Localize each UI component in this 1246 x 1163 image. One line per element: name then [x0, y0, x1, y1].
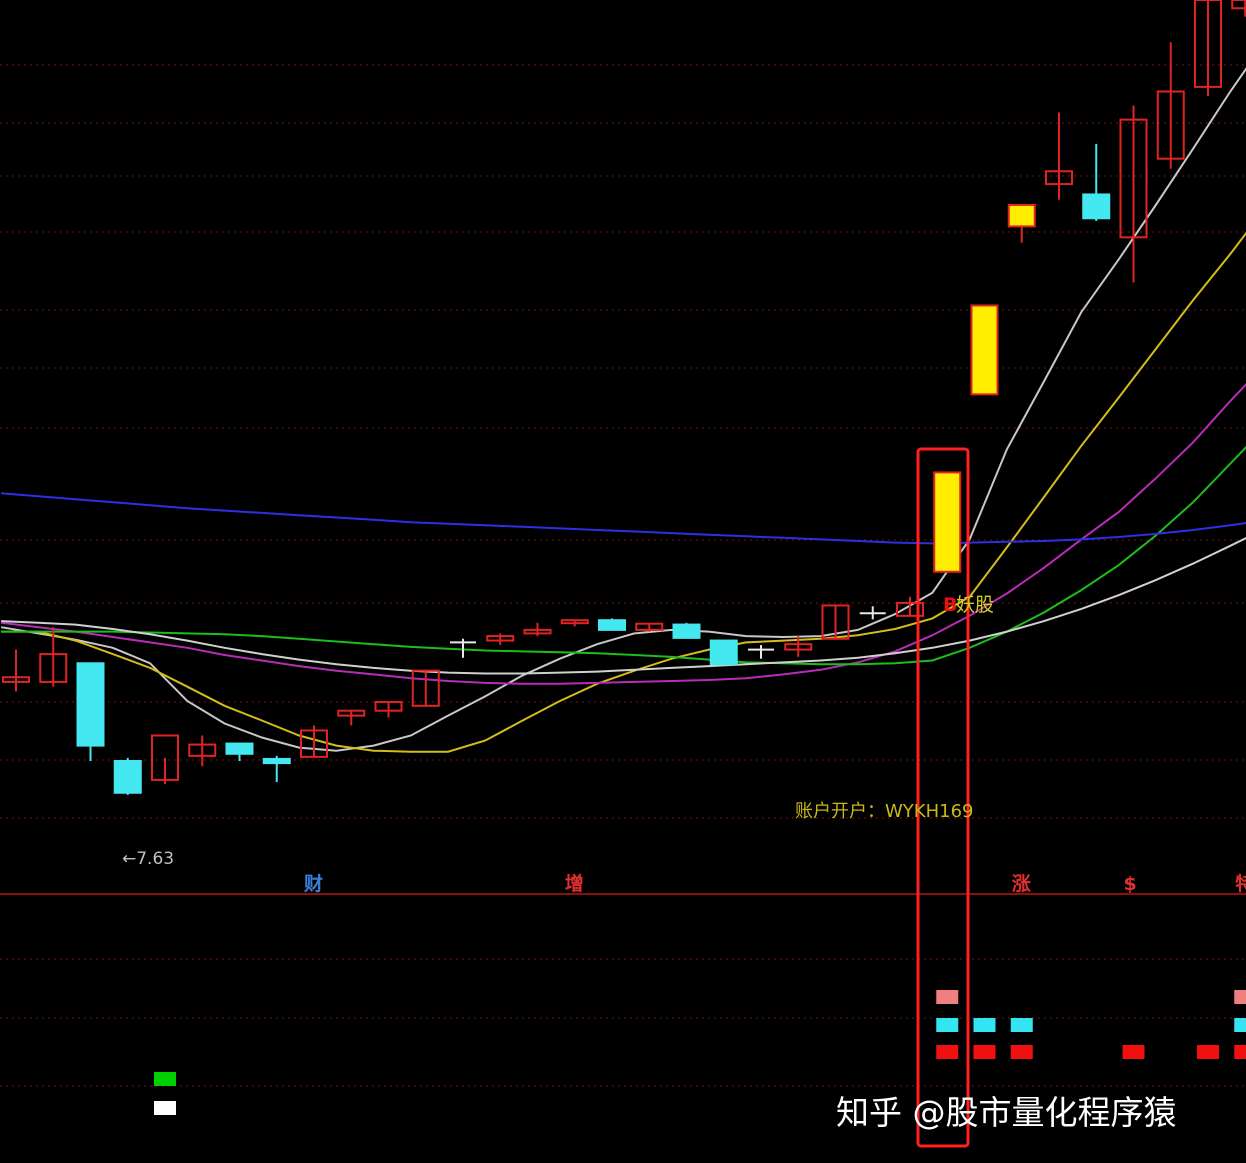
low-price-label: ←7.63: [122, 849, 174, 869]
candle-3: [113, 757, 142, 795]
indicator-square-row2: [1122, 1045, 1145, 1059]
candle-body: [262, 757, 291, 765]
candle-18: [672, 622, 701, 639]
candle-body: [113, 760, 142, 794]
candle-body: [933, 471, 962, 573]
indicator-square-row2: [973, 1045, 996, 1059]
candle-25: [933, 471, 962, 573]
candle-body: [709, 639, 738, 666]
watermark: 知乎 @股市量化程序猿: [836, 1093, 1177, 1132]
event-marker-1: 增: [565, 872, 584, 895]
candle-19: [709, 639, 738, 666]
stock-chart: ←7.63 B 妖股 账户开户：WYKH169 知乎 @股市量化程序猿 财增涨 $…: [0, 0, 1246, 1163]
candle-16: [598, 618, 626, 631]
indicator-square-row2: [1234, 1045, 1246, 1059]
indicator-square-row4: [154, 1101, 176, 1115]
indicator-square-row3: [154, 1072, 176, 1086]
candle-body: [598, 619, 626, 631]
candle-body: [76, 662, 105, 747]
indicator-square-row1: [1234, 1018, 1246, 1032]
event-marker-4: 特: [1235, 873, 1246, 895]
indicator-square-row1: [936, 1018, 959, 1032]
indicator-square-row2: [936, 1045, 959, 1059]
indicator-square-row2: [1010, 1045, 1033, 1059]
event-marker-0: 财: [304, 872, 323, 895]
indicator-square-row1: [1010, 1018, 1033, 1032]
candle-body: [1007, 203, 1036, 228]
event-marker-3: $: [1124, 873, 1137, 895]
signal-text: 妖股: [956, 594, 994, 616]
candle-body: [225, 742, 254, 755]
candle-body: [672, 623, 701, 639]
event-marker-2: 涨: [1012, 873, 1031, 895]
candle-2: [76, 662, 105, 762]
candle-body: [1082, 193, 1111, 220]
candle-body: [970, 304, 999, 396]
candle-26: [970, 304, 999, 396]
account-text: 账户开户：WYKH169: [795, 801, 974, 822]
indicator-square-row0: [936, 990, 959, 1004]
indicator-square-row1: [973, 1018, 996, 1032]
indicator-square-row0: [1234, 990, 1246, 1004]
indicator-square-row2: [1197, 1045, 1219, 1059]
